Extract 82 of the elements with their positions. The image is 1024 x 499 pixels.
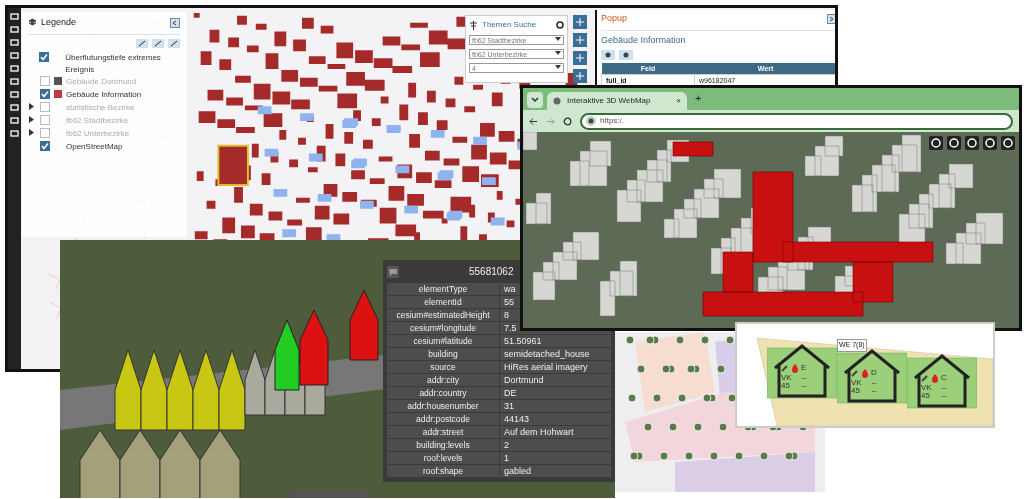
table-cell: addr:city	[387, 374, 499, 386]
unit-number: 45	[921, 392, 931, 400]
table-cell: 31	[500, 400, 611, 412]
check-icon	[41, 89, 49, 98]
table-cell: 51.50961	[500, 335, 611, 347]
popup-subtitle: Gebäude Information	[601, 33, 687, 47]
legend-title: Legende	[41, 16, 78, 29]
house-outline-drawing	[907, 352, 977, 410]
unit-number: 45	[781, 382, 791, 390]
table-cell: roof:levels	[387, 452, 499, 464]
zoom-in-icon[interactable]	[573, 69, 587, 83]
collapse-icon[interactable]	[170, 17, 180, 28]
table-cell: cesium#estimatedHeight	[387, 309, 499, 321]
table-cell: DE	[500, 387, 611, 399]
caret-icon	[555, 64, 561, 70]
table-cell: semidetached_house	[500, 348, 611, 360]
flame-icon	[791, 363, 799, 373]
flame-icon	[931, 373, 939, 383]
unit-letter: C	[941, 372, 947, 384]
unit-value: --	[871, 387, 877, 395]
house-outline-drawing	[837, 347, 907, 405]
new-tab-button[interactable]: +	[691, 89, 706, 110]
unit-value: --	[941, 392, 947, 400]
table-cell: 1	[500, 452, 611, 464]
browser-tab[interactable]: Interaktive 3D WebMap ×	[547, 92, 687, 110]
table-cell: source	[387, 361, 499, 373]
address-field[interactable]: https:/.	[580, 112, 1013, 130]
layer-label[interactable]: Gebäude Information	[66, 88, 142, 101]
close-button[interactable]: ×	[676, 95, 681, 107]
flame-icon	[861, 368, 869, 378]
wrench-icon	[921, 374, 929, 382]
caret-icon	[555, 50, 561, 56]
site-info-icon	[586, 116, 596, 126]
table-cell: addr:country	[387, 387, 499, 399]
table-cell: Auf dem Hohwart	[500, 426, 611, 438]
table-cell: elementType	[387, 283, 499, 295]
unit-value: --	[801, 374, 807, 382]
unit-value: --	[871, 379, 877, 387]
wrench-icon	[851, 369, 859, 377]
table-cell: HiRes aerial imagery	[500, 361, 611, 373]
panel-title: Themen Suche	[482, 19, 538, 31]
table-cell: Dortmund	[500, 374, 611, 386]
table-cell: 44143	[500, 413, 611, 425]
table-cell: addr:housenumber	[387, 400, 499, 412]
refresh-icon[interactable]	[556, 21, 564, 29]
table-cell: cesium#longitude	[387, 322, 499, 334]
layer-label[interactable]: Überflutungstiefe extremes Ereignis	[65, 51, 180, 76]
unit-code: VK	[781, 374, 792, 382]
table-cell: roof:shape	[387, 465, 499, 477]
back-icon[interactable]	[529, 116, 538, 126]
unit-letter: D	[871, 367, 877, 379]
layer-checkbox[interactable]	[40, 140, 50, 151]
table-cell: addr:street	[387, 426, 499, 438]
wrench-icon	[781, 364, 789, 372]
signpost-icon	[469, 20, 478, 30]
table-cell: cesium#latitude	[387, 335, 499, 347]
unit-letter: E	[801, 362, 807, 374]
house-outline-drawing	[767, 342, 837, 400]
chat-icon[interactable]	[387, 265, 399, 278]
unit-number: 45	[851, 387, 861, 395]
tab-list-icon[interactable]	[527, 92, 543, 108]
layer-checkbox[interactable]	[40, 88, 50, 99]
reload-icon[interactable]	[563, 116, 572, 126]
tab-title: Interaktive 3D WebMap	[567, 95, 652, 107]
table-cell: building	[387, 348, 499, 360]
caret-icon	[555, 36, 561, 42]
unit-code: VK	[921, 384, 932, 392]
table-cell: building:levels	[387, 439, 499, 451]
unit-value: --	[941, 384, 947, 392]
feature-id: 55681062	[469, 265, 514, 279]
table-cell: elementId	[387, 296, 499, 308]
table-cell: 2	[500, 439, 611, 451]
table-cell: gabled	[500, 465, 611, 477]
table-cell: addr:postcode	[387, 413, 499, 425]
unit-value: --	[801, 382, 807, 390]
check-icon	[40, 52, 49, 61]
popup-title: Popup	[601, 12, 629, 25]
check-icon	[41, 141, 49, 150]
layer-label[interactable]: OpenStreetMap	[66, 140, 123, 153]
collapse-icon[interactable]	[827, 13, 835, 24]
layer-checkbox[interactable]	[39, 51, 50, 62]
unit-code: VK	[851, 379, 862, 387]
